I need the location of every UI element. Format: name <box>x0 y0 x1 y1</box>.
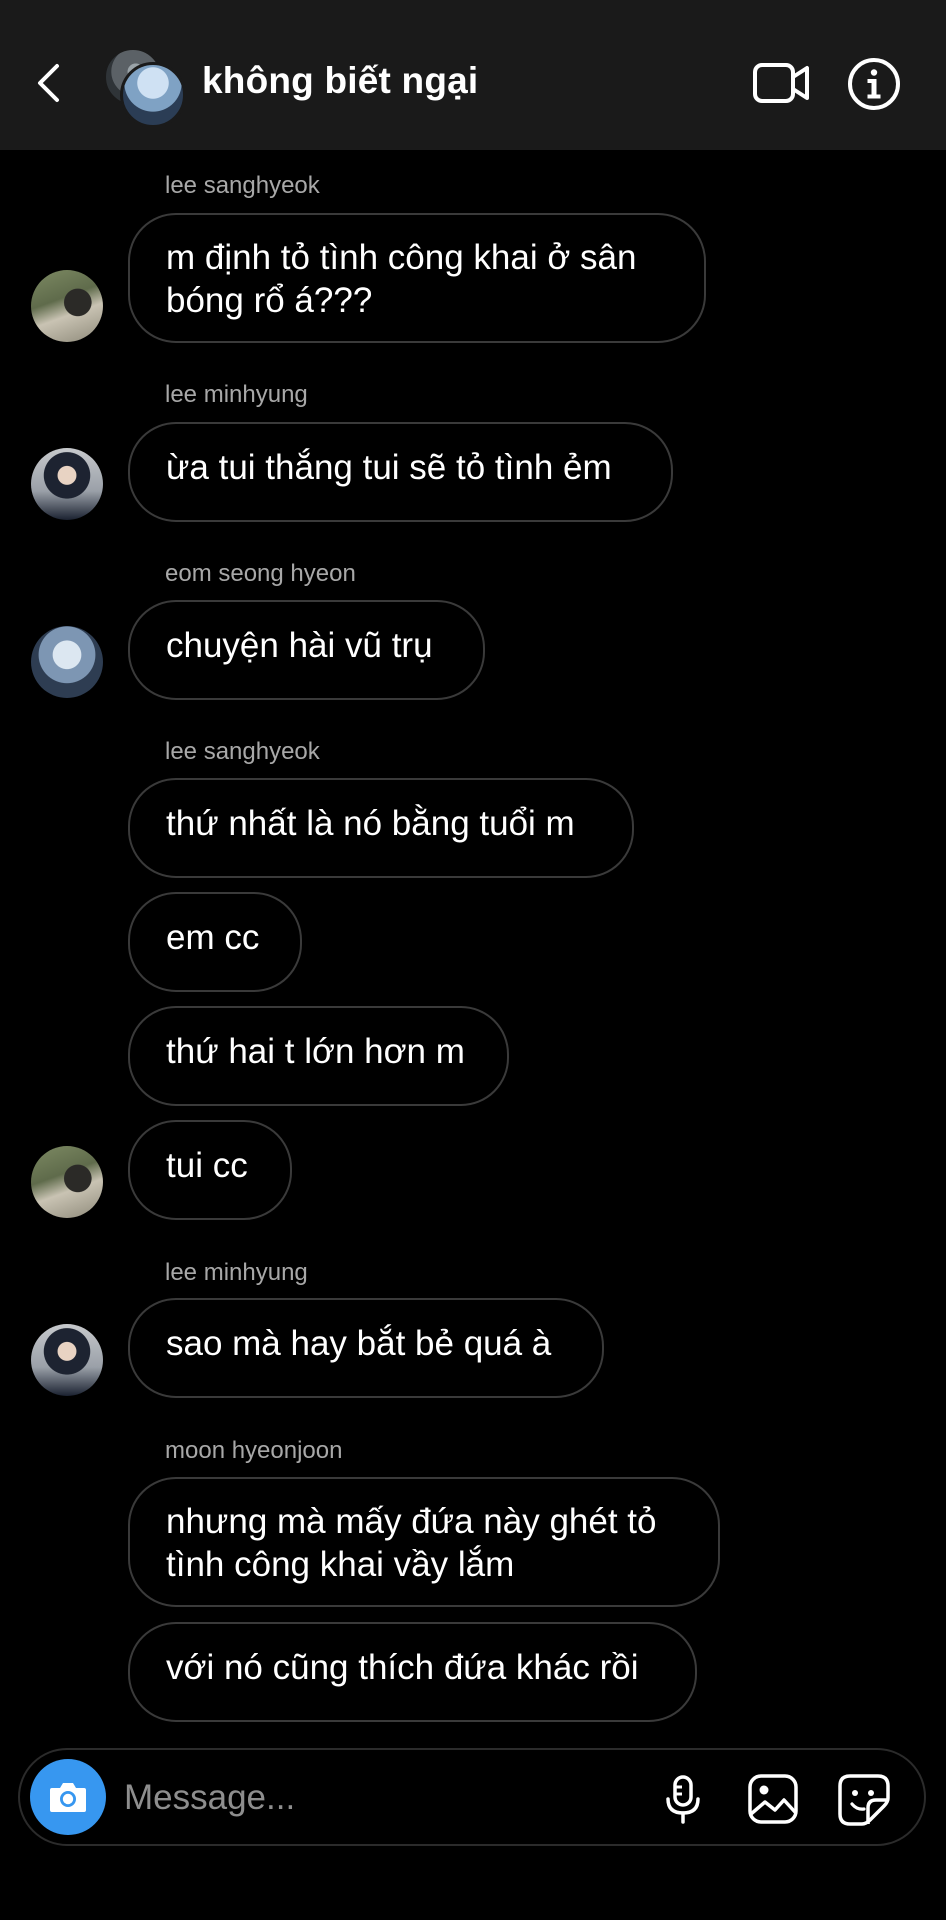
camera-icon <box>50 1783 86 1812</box>
message-bubble[interactable]: tui cc <box>128 1120 292 1220</box>
video-call-button[interactable] <box>752 58 812 108</box>
message-bubble[interactable]: thứ hai t lớn hơn m <box>128 1006 509 1106</box>
message-text: thứ hai t lớn hơn m <box>166 1032 465 1071</box>
avatar[interactable] <box>31 270 103 342</box>
video-camera-icon <box>753 63 809 103</box>
sender-name: lee minhyung <box>165 381 308 408</box>
message-bubble[interactable]: chuyện hài vũ trụ <box>128 600 485 700</box>
message-bubble[interactable]: với nó cũng thích đứa khác rồi <box>128 1622 697 1722</box>
sticker-icon <box>838 1774 890 1826</box>
avatar[interactable] <box>31 1324 103 1396</box>
sticker-button[interactable] <box>836 1772 890 1826</box>
sender-name: lee minhyung <box>165 1259 308 1286</box>
chat-title[interactable]: không biết ngại <box>202 60 478 102</box>
avatar[interactable] <box>31 448 103 520</box>
microphone-icon <box>666 1775 700 1824</box>
message-bubble[interactable]: m định tỏ tình công khai ở sân bóng rổ á… <box>128 213 706 343</box>
chevron-left-icon <box>38 64 59 102</box>
message-bubble[interactable]: thứ nhất là nó bằng tuổi m <box>128 778 634 878</box>
voice-message-button[interactable] <box>656 1772 710 1826</box>
message-text: tình công khai vầy lắm <box>166 1545 515 1584</box>
message-text: chuyện hài vũ trụ <box>166 626 433 665</box>
camera-button[interactable] <box>30 1759 106 1835</box>
avatar <box>120 62 186 128</box>
sender-name: eom seong hyeon <box>165 560 356 587</box>
avatar[interactable] <box>31 1146 103 1218</box>
message-text: m định tỏ tình công khai ở sân <box>166 238 637 277</box>
message-bubble[interactable]: ừa tui thắng tui sẽ tỏ tình ẻm <box>128 422 673 522</box>
sender-name: lee sanghyeok <box>165 738 320 765</box>
message-input[interactable] <box>122 1770 526 1826</box>
message-text: em cc <box>166 918 260 957</box>
gallery-icon <box>748 1774 798 1824</box>
sender-name: moon hyeonjoon <box>165 1437 343 1464</box>
gallery-button[interactable] <box>746 1772 800 1826</box>
message-bubble[interactable]: sao mà hay bắt bẻ quá à <box>128 1298 604 1398</box>
message-bubble[interactable]: em cc <box>128 892 302 992</box>
message-text: với nó cũng thích đứa khác rồi <box>166 1648 639 1687</box>
chat-header: không biết ngại <box>0 0 946 150</box>
group-avatar[interactable] <box>104 48 186 128</box>
avatar[interactable] <box>31 626 103 698</box>
message-text: ừa tui thắng tui sẽ tỏ tình ẻm <box>166 448 612 487</box>
message-text: nhưng mà mấy đứa này ghét tỏ <box>166 1502 657 1541</box>
message-text: bóng rổ á??? <box>166 281 373 320</box>
back-button[interactable] <box>30 58 70 108</box>
info-icon <box>848 58 900 110</box>
message-text: thứ nhất là nó bằng tuổi m <box>166 804 575 843</box>
info-button[interactable] <box>846 56 902 112</box>
message-text: sao mà hay bắt bẻ quá à <box>166 1324 552 1363</box>
sender-name: lee sanghyeok <box>165 172 320 199</box>
message-bubble[interactable]: nhưng mà mấy đứa này ghét tỏ tình công k… <box>128 1477 720 1607</box>
message-text: tui cc <box>166 1146 248 1185</box>
message-composer <box>18 1748 926 1846</box>
